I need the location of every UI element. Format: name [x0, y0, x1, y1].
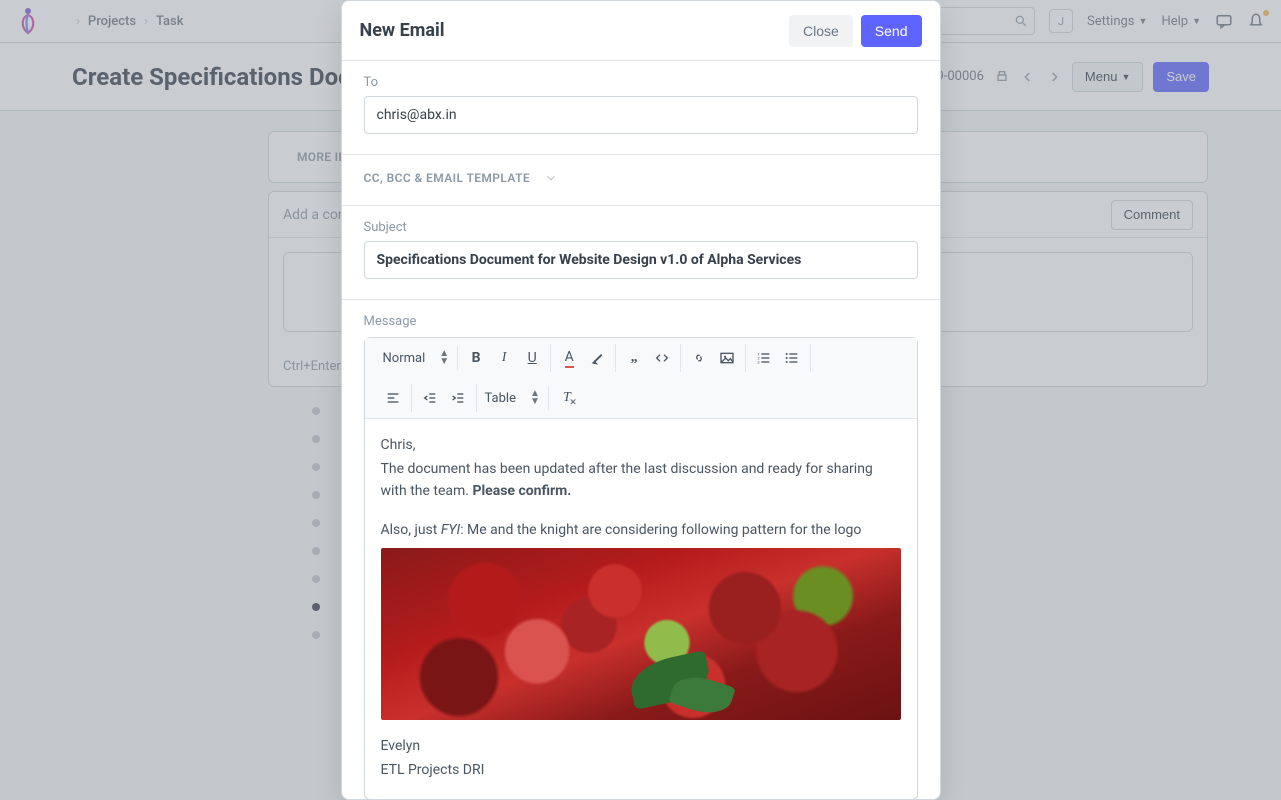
- link-icon[interactable]: [689, 348, 709, 368]
- new-email-modal: New Email Close Send To CC, BCC & EMAIL …: [341, 0, 941, 800]
- outdent-icon[interactable]: [420, 388, 440, 408]
- send-button[interactable]: Send: [861, 15, 922, 47]
- sort-icon: ▲▼: [530, 390, 540, 406]
- message-label: Message: [364, 314, 918, 329]
- to-label: To: [364, 75, 918, 90]
- format-select[interactable]: Normal▲▼: [383, 350, 450, 366]
- signature-title: ETL Projects DRI: [381, 760, 901, 782]
- subject-input[interactable]: [364, 241, 918, 279]
- italic-icon[interactable]: I: [494, 348, 514, 368]
- message-editor[interactable]: Chris, The document has been updated aft…: [365, 419, 917, 799]
- underline-icon[interactable]: U: [522, 348, 542, 368]
- table-select[interactable]: Table▲▼: [485, 390, 540, 406]
- to-input[interactable]: [364, 96, 918, 134]
- clear-format-icon[interactable]: T✕: [557, 388, 577, 408]
- cc-bcc-toggle[interactable]: CC, BCC & EMAIL TEMPLATE: [342, 155, 940, 185]
- sort-icon: ▲▼: [439, 350, 449, 366]
- ordered-list-icon[interactable]: 123: [754, 348, 774, 368]
- close-button[interactable]: Close: [789, 15, 853, 47]
- signature-name: Evelyn: [381, 736, 901, 758]
- text-color-icon[interactable]: A: [559, 348, 579, 368]
- chevron-down-icon: [544, 171, 558, 185]
- image-icon[interactable]: [717, 348, 737, 368]
- subject-label: Subject: [364, 220, 918, 235]
- body-greeting: Chris,: [381, 435, 901, 457]
- embedded-image: [381, 548, 901, 720]
- body-line1: The document has been updated after the …: [381, 459, 901, 502]
- editor-toolbar: Normal▲▼ B I U A „: [365, 338, 917, 419]
- indent-icon[interactable]: [448, 388, 468, 408]
- code-icon[interactable]: [652, 348, 672, 368]
- body-line2: Also, just FYI: Me and the knight are co…: [381, 520, 901, 542]
- unordered-list-icon[interactable]: [782, 348, 802, 368]
- bold-icon[interactable]: B: [466, 348, 486, 368]
- highlight-icon[interactable]: [587, 348, 607, 368]
- svg-text:3: 3: [757, 360, 759, 365]
- blockquote-icon[interactable]: „: [624, 348, 644, 368]
- align-left-icon[interactable]: [383, 388, 403, 408]
- modal-title: New Email: [360, 20, 445, 41]
